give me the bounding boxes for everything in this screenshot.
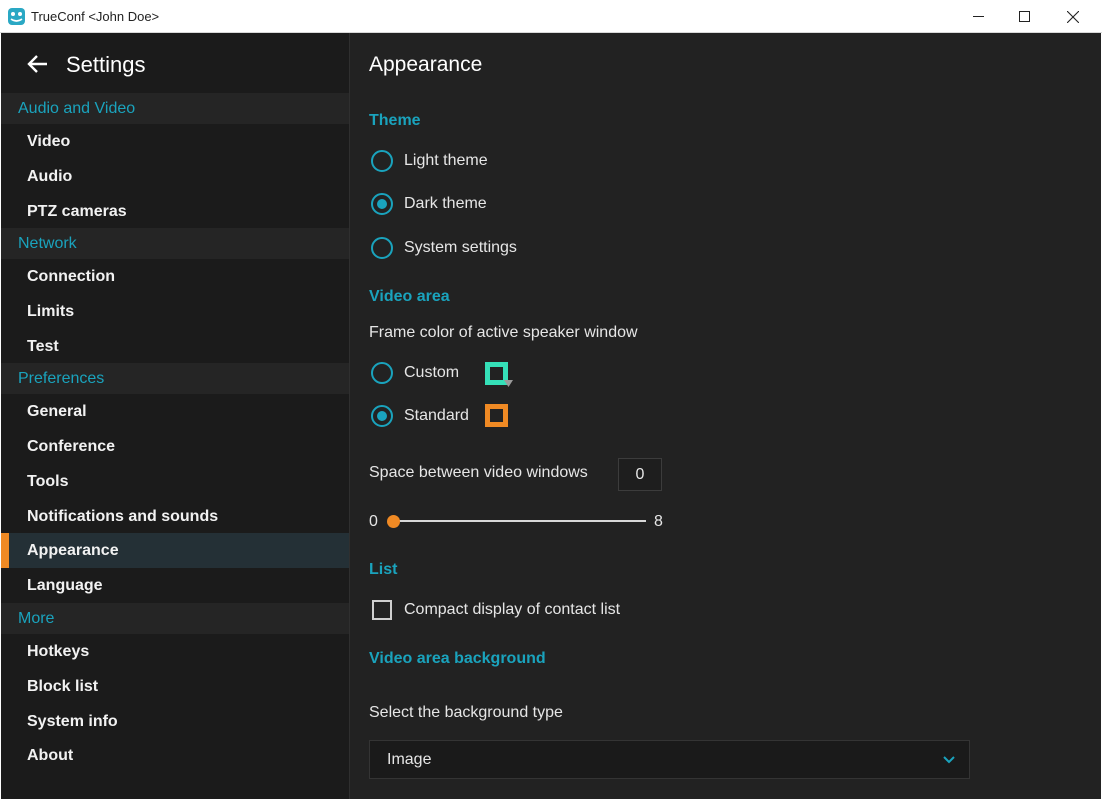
sidebar-item-limits[interactable]: Limits xyxy=(1,294,349,329)
sidebar-item-video[interactable]: Video xyxy=(1,124,349,159)
sidebar-item-tools[interactable]: Tools xyxy=(1,464,349,499)
maximize-button[interactable] xyxy=(1001,0,1047,33)
background-type-select[interactable]: Image xyxy=(369,740,970,779)
light-theme-radio[interactable] xyxy=(371,150,393,172)
standard-color-label[interactable]: Standard xyxy=(404,407,469,425)
compact-display-label[interactable]: Compact display of contact list xyxy=(404,601,620,619)
custom-color-picker[interactable] xyxy=(485,362,513,387)
close-button[interactable] xyxy=(1050,0,1096,33)
settings-title: Settings xyxy=(66,52,146,77)
title-bar: TrueConf <John Doe> xyxy=(0,0,1102,33)
slider-max-label: 8 xyxy=(654,513,663,530)
page-title: Appearance xyxy=(369,53,483,76)
trueconf-logo-icon xyxy=(8,8,25,25)
sidebar-item-system-info[interactable]: System info xyxy=(1,704,349,739)
color-dropdown-icon xyxy=(504,380,513,387)
space-value-field[interactable]: 0 xyxy=(618,458,662,491)
swatch-center xyxy=(490,409,503,422)
sidebar-item-hotkeys[interactable]: Hotkeys xyxy=(1,634,349,669)
space-between-label: Space between video windows xyxy=(369,464,588,481)
theme-section-title: Theme xyxy=(369,112,421,129)
window-title: TrueConf <John Doe> xyxy=(31,9,160,24)
settings-sidebar: Settings Audio and Video Video Audio PTZ… xyxy=(1,33,349,799)
sidebar-item-ptz-cameras[interactable]: PTZ cameras xyxy=(1,194,349,229)
sidebar-item-notifications-sounds[interactable]: Notifications and sounds xyxy=(1,499,349,534)
standard-color-radio[interactable] xyxy=(371,405,393,427)
video-area-section-title: Video area xyxy=(369,288,450,305)
sidebar-item-appearance[interactable]: Appearance xyxy=(1,533,349,568)
system-settings-label[interactable]: System settings xyxy=(404,239,517,257)
compact-display-checkbox[interactable] xyxy=(372,600,392,620)
close-icon xyxy=(1067,10,1079,23)
radio-selected-dot xyxy=(377,199,387,209)
slider-min-label: 0 xyxy=(369,513,378,530)
section-header-preferences: Preferences xyxy=(1,363,349,394)
space-slider-track[interactable] xyxy=(393,520,646,522)
sidebar-item-general[interactable]: General xyxy=(1,394,349,429)
dark-theme-radio[interactable] xyxy=(371,193,393,215)
custom-color-label[interactable]: Custom xyxy=(404,364,459,382)
light-theme-label[interactable]: Light theme xyxy=(404,152,488,170)
video-area-background-title: Video area background xyxy=(369,650,546,667)
custom-color-radio[interactable] xyxy=(371,362,393,384)
section-header-audio-video: Audio and Video xyxy=(1,93,349,124)
section-header-more: More xyxy=(1,603,349,634)
swatch-center xyxy=(490,367,503,380)
frame-color-label: Frame color of active speaker window xyxy=(369,324,638,341)
minimize-button[interactable] xyxy=(955,0,1001,33)
standard-color-swatch xyxy=(485,404,508,427)
sidebar-item-block-list[interactable]: Block list xyxy=(1,669,349,704)
background-type-value: Image xyxy=(387,751,432,768)
chevron-down-icon xyxy=(943,756,955,764)
sidebar-item-conference[interactable]: Conference xyxy=(1,429,349,464)
sidebar-header: Settings xyxy=(1,33,349,93)
system-settings-radio[interactable] xyxy=(371,237,393,259)
background-type-label: Select the background type xyxy=(369,704,563,721)
sidebar-item-test[interactable]: Test xyxy=(1,329,349,364)
sidebar-item-language[interactable]: Language xyxy=(1,568,349,603)
section-header-network: Network xyxy=(1,228,349,259)
sidebar-item-audio[interactable]: Audio xyxy=(1,159,349,194)
radio-selected-dot xyxy=(377,411,387,421)
maximize-icon xyxy=(1018,11,1030,22)
sidebar-item-about[interactable]: About xyxy=(1,738,349,773)
back-arrow-icon xyxy=(27,55,47,73)
sidebar-item-connection[interactable]: Connection xyxy=(1,259,349,294)
list-section-title: List xyxy=(369,561,398,578)
space-slider-thumb[interactable] xyxy=(387,515,400,528)
back-button[interactable] xyxy=(27,54,49,74)
dark-theme-label[interactable]: Dark theme xyxy=(404,195,487,213)
minimize-icon xyxy=(972,16,984,17)
appearance-panel: Appearance Theme Light theme Dark theme … xyxy=(349,33,1101,799)
